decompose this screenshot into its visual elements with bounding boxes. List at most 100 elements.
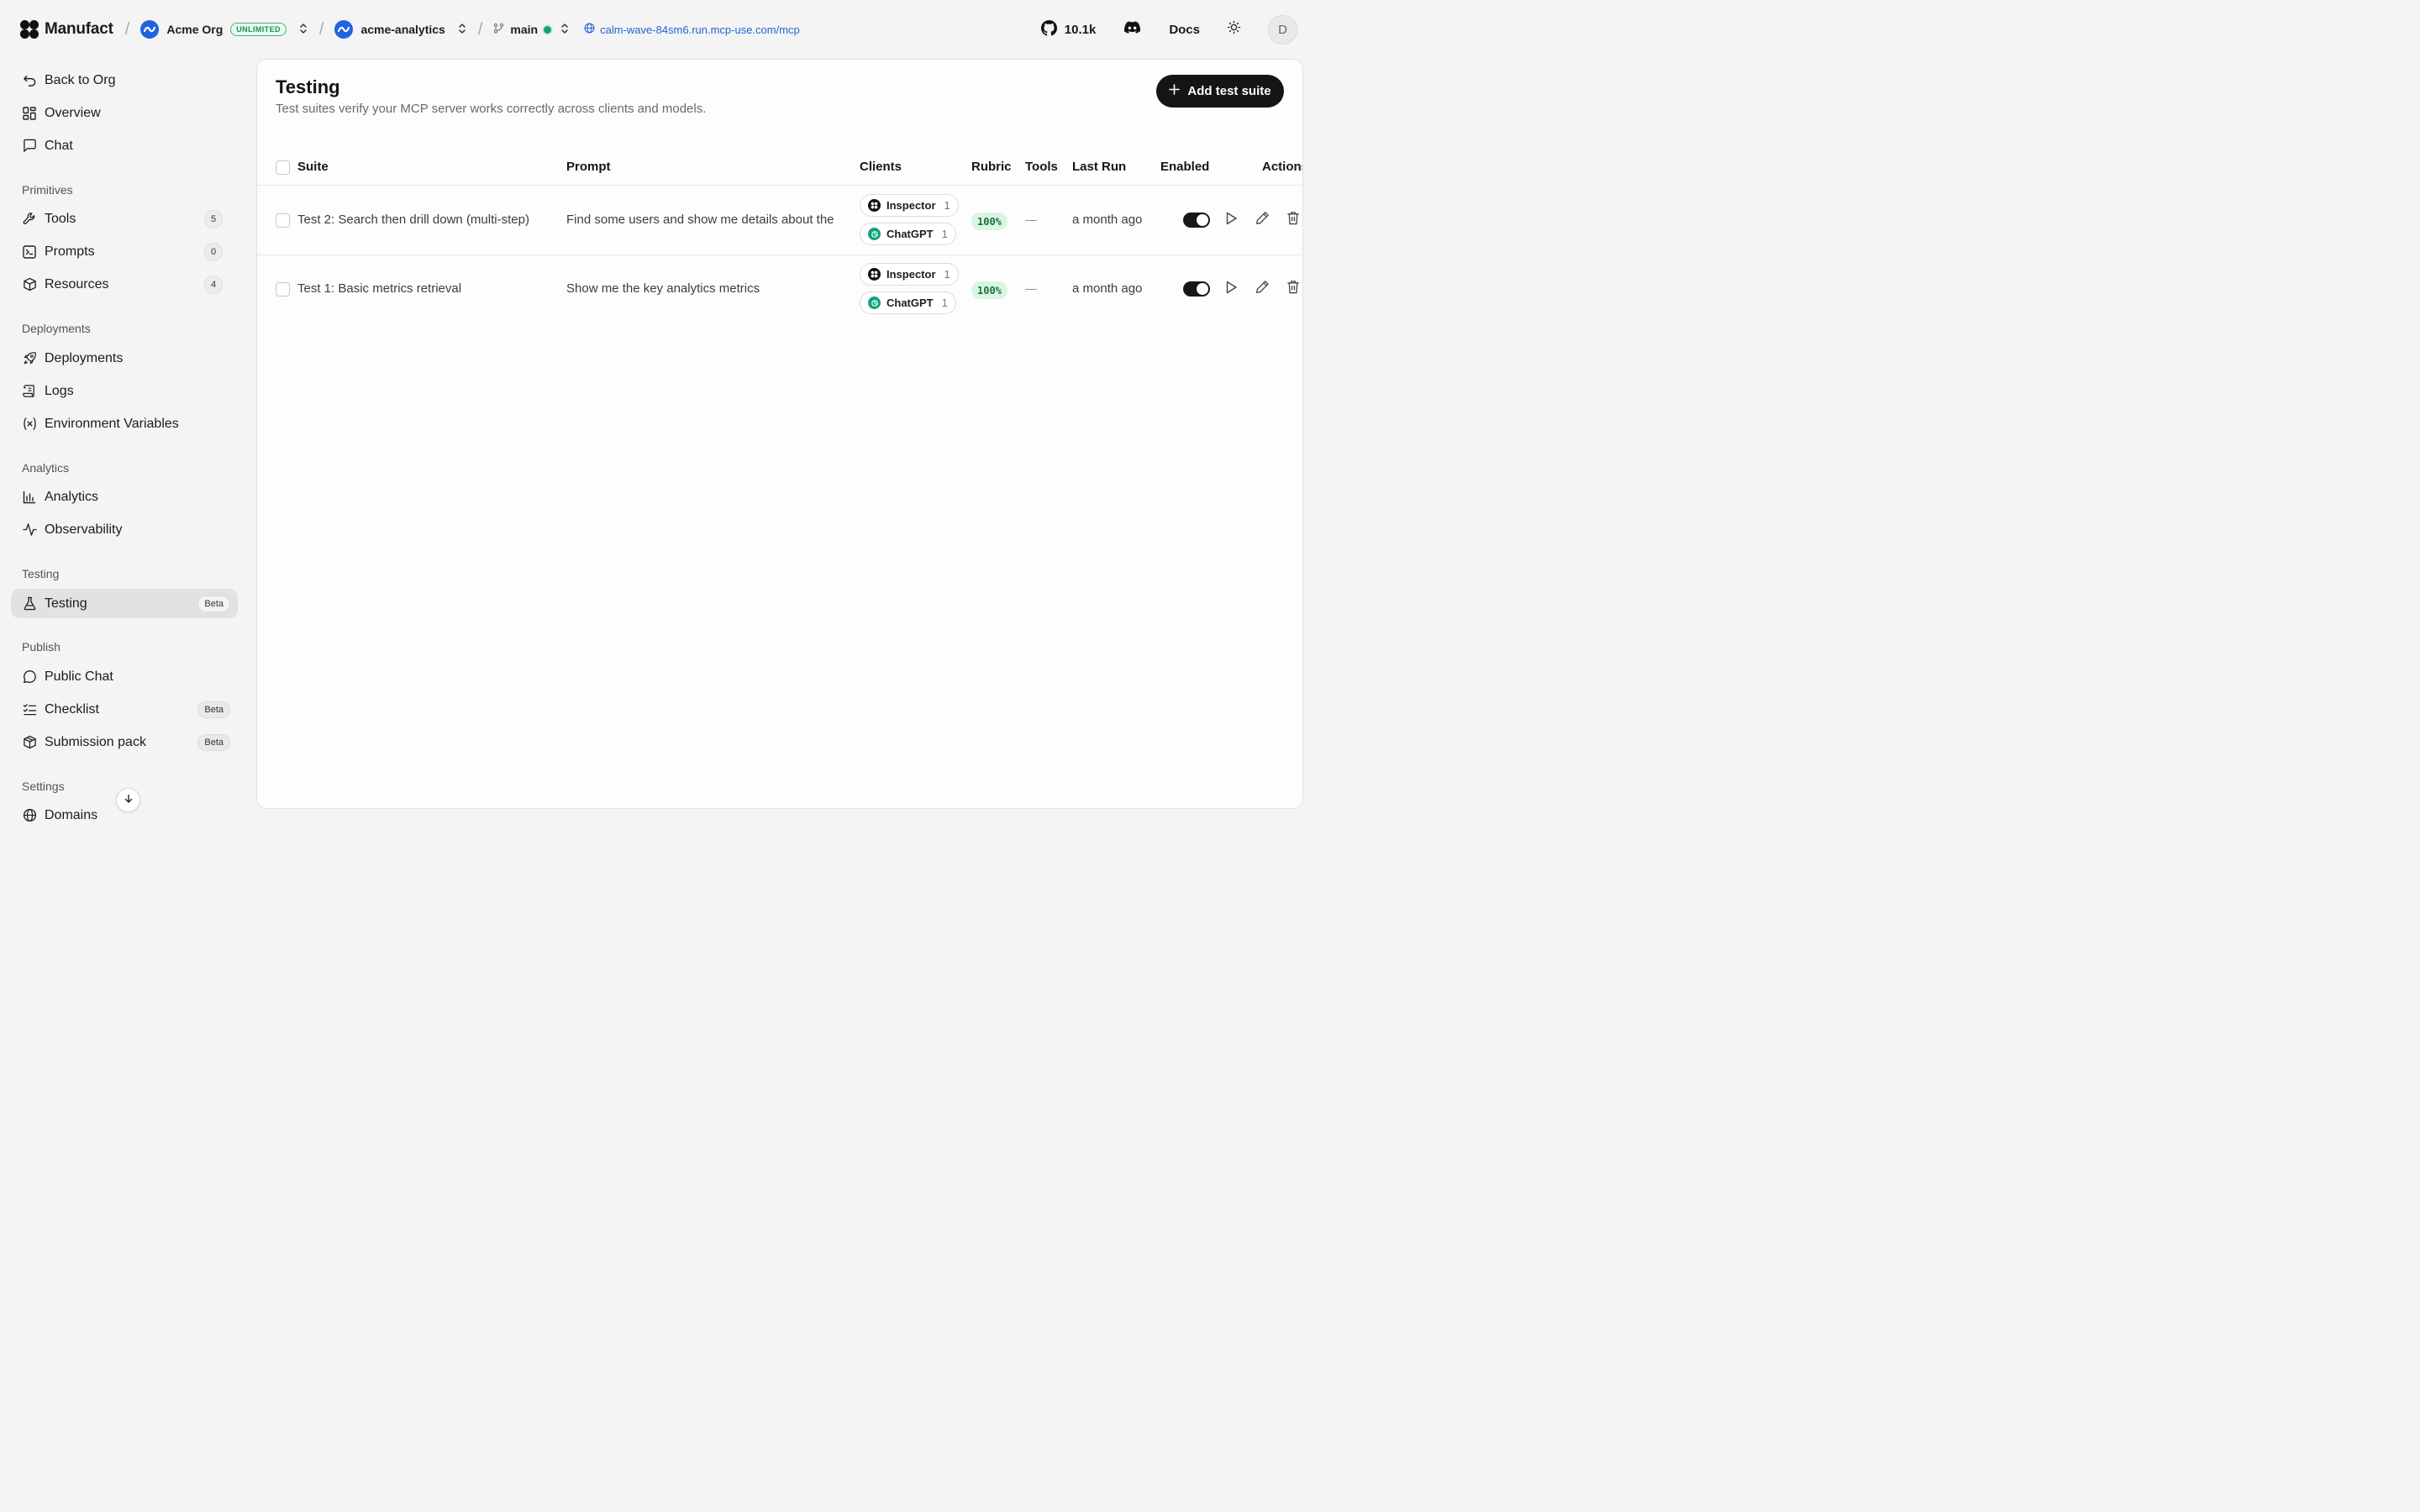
beta-badge: Beta [197,733,230,751]
scroll-down-button[interactable] [116,788,140,812]
delete-button[interactable] [1286,212,1301,228]
client-chip-inspector: Inspector 1 [860,263,959,286]
discord-link[interactable] [1124,21,1141,38]
add-test-suite-button[interactable]: Add test suite [1156,75,1284,108]
beta-badge: Beta [197,595,230,612]
sidebar-item-resources[interactable]: Resources 4 [11,270,238,299]
table-row[interactable]: Test 1: Basic metrics retrieval Show me … [257,255,1302,324]
sidebar-item-observability[interactable]: Observability [11,515,238,544]
sidebar-item-label: Back to Org [45,72,116,87]
sidebar-item-environment-variables[interactable]: Environment Variables [11,409,238,438]
delete-button[interactable] [1286,281,1301,297]
sidebar-item-deployments[interactable]: Deployments [11,344,238,373]
play-icon [1225,212,1238,229]
plus-icon [1169,84,1181,98]
column-header-last-run[interactable]: Last Run [1072,160,1126,174]
package-icon [22,735,37,750]
sidebar-item-label: Resources [45,276,109,291]
github-icon [1040,19,1057,39]
column-header-enabled[interactable]: Enabled [1160,160,1209,174]
play-icon [1225,281,1238,298]
sidebar-item-chat[interactable]: Chat [11,131,238,160]
theme-toggle-button[interactable] [1227,20,1241,39]
sidebar-item-checklist[interactable]: Checklist Beta [11,695,238,724]
prompt-text: Show me the key analytics metrics [566,281,760,296]
brand-name: Manufact [45,20,113,38]
column-header-rubric[interactable]: Rubric [971,160,1012,174]
enabled-toggle[interactable] [1183,213,1210,228]
branch-switcher[interactable]: main [493,23,569,37]
bar-chart-icon [22,490,37,505]
beta-badge: Beta [197,701,230,718]
chevron-up-down-icon [560,23,569,37]
chevron-up-down-icon [299,23,308,37]
client-name: ChatGPT [886,228,934,240]
flask-icon [22,596,37,612]
run-button[interactable] [1223,281,1239,297]
server-url-link[interactable]: calm-wave-84sm6.run.mcp-use.com/mcp [584,23,800,36]
deploy-status-dot [544,25,552,34]
client-count: 1 [941,297,948,309]
row-checkbox[interactable] [276,282,290,297]
run-button[interactable] [1223,212,1239,229]
column-header-suite[interactable]: Suite [297,160,329,174]
resources-count-badge: 4 [204,275,223,294]
sidebar-item-label: Checklist [45,701,99,717]
layout-grid-icon [22,106,37,121]
sun-icon [1227,20,1241,38]
row-checkbox[interactable] [276,213,290,228]
user-avatar[interactable]: D [1268,14,1297,45]
column-header-clients[interactable]: Clients [860,160,902,174]
arrow-down-icon [124,793,134,808]
add-test-suite-label: Add test suite [1187,84,1271,98]
brand-logo[interactable]: Manufact [20,20,113,39]
sidebar-item-label: Analytics [45,489,99,504]
scroll-icon [22,384,37,399]
chevron-up-down-icon [458,23,466,37]
section-label-primitives: Primitives [22,183,73,197]
sidebar-item-tools[interactable]: Tools 5 [11,204,238,234]
org-switcher[interactable]: Acme Org UNLIMITED [140,20,308,39]
section-label-publish: Publish [22,640,60,654]
box-icon [22,277,37,292]
git-branch-icon [493,23,504,36]
sidebar-item-prompts[interactable]: Prompts 0 [11,237,238,266]
rubric-score-badge: 100% [971,281,1007,299]
breadcrumb-separator: / [477,19,483,39]
github-link[interactable]: 10.1k [1040,19,1096,39]
sidebar-item-submission-pack[interactable]: Submission pack Beta [11,727,238,757]
sidebar-item-label: Submission pack [45,734,146,749]
manufact-logo-icon [20,20,39,39]
enabled-toggle[interactable] [1183,281,1210,297]
docs-link[interactable]: Docs [1169,23,1200,37]
sidebar-item-overview[interactable]: Overview [11,98,238,128]
tools-count-badge: 5 [204,209,223,228]
edit-button[interactable] [1255,212,1270,228]
suite-name[interactable]: Test 1: Basic metrics retrieval [297,281,461,296]
tools-value: — [1025,281,1037,295]
last-run: a month ago [1072,281,1143,296]
pencil-icon [1255,280,1270,298]
sidebar-item-label: Prompts [45,244,95,259]
project-switcher[interactable]: acme-analytics [334,20,466,39]
sidebar-item-label: Testing [45,596,87,611]
list-checks-icon [22,702,37,717]
client-count: 1 [944,268,950,281]
sidebar-item-logs[interactable]: Logs [11,376,238,406]
sidebar-item-label: Public Chat [45,669,113,684]
table-row[interactable]: Test 2: Search then drill down (multi-st… [257,186,1302,255]
sidebar-item-label: Domains [45,807,98,822]
sidebar-item-label: Logs [45,383,74,398]
sidebar-item-analytics[interactable]: Analytics [11,482,238,512]
column-header-tools[interactable]: Tools [1025,160,1058,174]
discord-icon [1124,21,1141,37]
prompts-count-badge: 0 [204,242,223,261]
edit-button[interactable] [1255,281,1270,297]
suite-name[interactable]: Test 2: Search then drill down (multi-st… [297,213,529,227]
sidebar-item-back-to-org[interactable]: Back to Org [11,66,238,95]
select-all-checkbox[interactable] [276,160,290,175]
sidebar-item-public-chat[interactable]: Public Chat [11,662,238,691]
column-header-prompt[interactable]: Prompt [566,160,611,174]
prompt-text: Find some users and show me details abou… [566,213,834,227]
sidebar-item-testing[interactable]: Testing Beta [11,589,238,618]
